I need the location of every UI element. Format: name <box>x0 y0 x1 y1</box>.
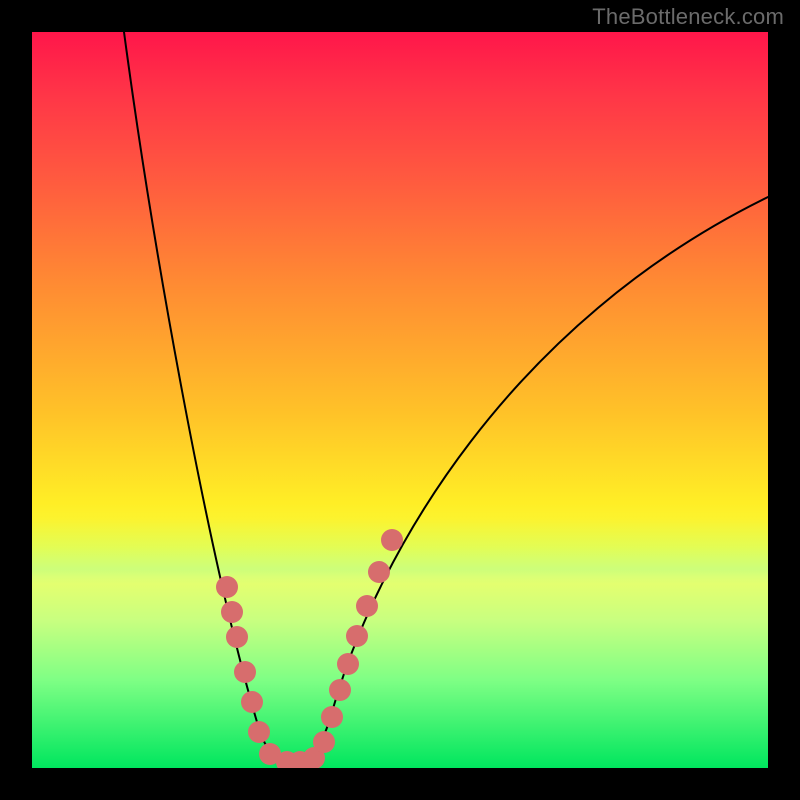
highlight-dot <box>346 625 368 647</box>
plot-area <box>32 32 768 768</box>
bottleneck-curve <box>124 32 768 763</box>
highlight-dot <box>368 561 390 583</box>
highlight-dot <box>221 601 243 623</box>
watermark-text: TheBottleneck.com <box>592 4 784 30</box>
highlight-dot <box>356 595 378 617</box>
highlight-dot <box>337 653 359 675</box>
highlight-dot <box>313 731 335 753</box>
chart-stage: TheBottleneck.com <box>0 0 800 800</box>
highlight-dot <box>329 679 351 701</box>
highlight-dot <box>234 661 256 683</box>
highlight-dot <box>321 706 343 728</box>
highlight-dot <box>216 576 238 598</box>
highlight-dot <box>226 626 248 648</box>
dot-group <box>216 529 403 768</box>
highlight-dot <box>381 529 403 551</box>
curve-layer <box>32 32 768 768</box>
highlight-dot <box>248 721 270 743</box>
highlight-dot <box>241 691 263 713</box>
